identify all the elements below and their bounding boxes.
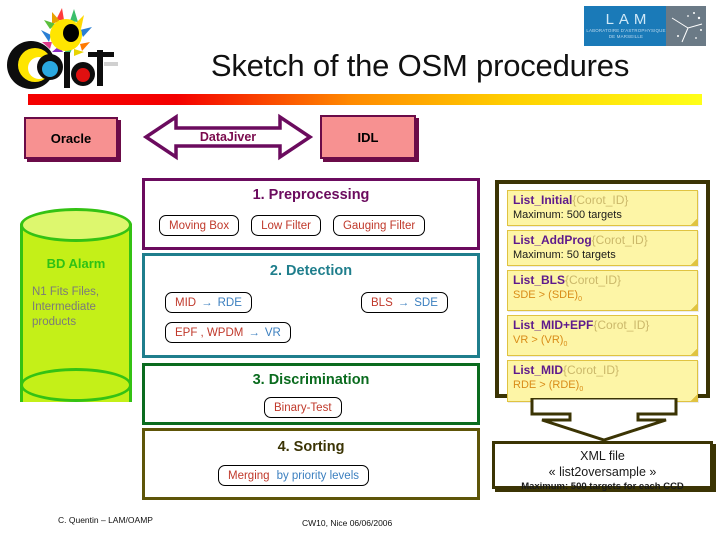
list-mid-epf-label: List_MID+EPF bbox=[513, 318, 594, 333]
list-mid-epf-name: List_MID+EPF{Corot_ID} bbox=[513, 318, 692, 333]
list-bls-sub: SDE > (SDE)0 bbox=[513, 288, 692, 307]
list-addprog-id: {Corot_ID} bbox=[591, 233, 648, 247]
list-bls-name: List_BLS{Corot_ID} bbox=[513, 273, 692, 288]
list-addprog-name: List_AddProg{Corot_ID} bbox=[513, 233, 692, 248]
list-mid-sub: RDE > (RDE)0 bbox=[513, 378, 692, 397]
step-epf-right: VR bbox=[264, 326, 281, 339]
list-initial-label: List_Initial bbox=[513, 193, 573, 207]
list-bls-subscript: 0 bbox=[578, 296, 583, 304]
step-gauging-filter[interactable]: Gauging Filter bbox=[332, 215, 426, 236]
list-mid-condition: RDE > (RDE) bbox=[513, 379, 580, 392]
step-bls-left: BLS bbox=[371, 296, 393, 309]
list-card-mid[interactable]: List_MID{Corot_ID} RDE > (RDE)0 bbox=[507, 360, 698, 402]
page-fold-icon bbox=[690, 348, 698, 357]
list-mid-name: List_MID{Corot_ID} bbox=[513, 363, 692, 378]
list-mid-subscript: 0 bbox=[579, 386, 584, 394]
list-bls-condition: SDE > (SDE) bbox=[513, 289, 579, 301]
lam-wordmark: LAM bbox=[605, 11, 652, 29]
step-bls-sde[interactable]: BLS → SDE bbox=[361, 292, 448, 313]
list-card-bls[interactable]: List_BLS{Corot_ID} SDE > (SDE)0 bbox=[507, 270, 698, 312]
section-detection: 2. Detection MID → RDE BLS → SDE EPF , W… bbox=[142, 253, 480, 358]
section-detection-title: 2. Detection bbox=[269, 263, 353, 279]
section-preprocessing: 1. Preprocessing Moving Box Low Filter G… bbox=[142, 178, 480, 250]
list-initial-id: {Corot_ID} bbox=[572, 193, 629, 207]
step-low-filter[interactable]: Low Filter bbox=[251, 215, 321, 236]
list-addprog-sub: Maximum: 50 targets bbox=[513, 249, 616, 261]
list-initial-sub: Maximum: 500 targets bbox=[513, 209, 622, 221]
section-sorting: 4. Sorting Merging by priority levels bbox=[142, 428, 480, 500]
bd-alarm-database-cylinder[interactable]: BD Alarm N1 Fits Files, Intermediate pro… bbox=[20, 208, 132, 418]
list-initial-name: List_Initial{Corot_ID} bbox=[513, 193, 692, 208]
cylinder-text: BD Alarm N1 Fits Files, Intermediate pro… bbox=[20, 256, 132, 330]
list-mid-epf-id: {Corot_ID} bbox=[593, 318, 650, 333]
section-sorting-title: 4. Sorting bbox=[277, 439, 345, 455]
footer-event: CW10, Nice 06/06/2006 bbox=[302, 518, 393, 528]
list-mid-label: List_MID bbox=[513, 363, 564, 378]
arrow-glyph: → bbox=[201, 296, 213, 309]
step-epf-left: EPF , WPDM bbox=[175, 326, 244, 339]
step-binary-test[interactable]: Binary-Test bbox=[264, 397, 342, 418]
list-card-mid-epf[interactable]: List_MID+EPF{Corot_ID} VR > (VR)0 bbox=[507, 315, 698, 357]
footer-author: C. Quentin – LAM/OAMP bbox=[58, 515, 153, 525]
xml-output-line1: XML file bbox=[580, 449, 625, 463]
step-moving-box[interactable]: Moving Box bbox=[159, 215, 240, 236]
list-mid-epf-subscript: 0 bbox=[563, 341, 568, 349]
datajiver-label: DataJiver bbox=[199, 130, 257, 144]
xml-output-line2: « list2oversample » bbox=[548, 465, 657, 479]
list-addprog-label: List_AddProg bbox=[513, 233, 592, 247]
list-card-initial[interactable]: List_Initial{Corot_ID} Maximum: 500 targ… bbox=[507, 190, 698, 226]
list-mid-epf-condition: VR > (VR) bbox=[513, 334, 564, 347]
idl-box[interactable]: IDL bbox=[320, 115, 416, 159]
page-fold-icon bbox=[690, 393, 698, 402]
page-title: Sketch of the OSM procedures bbox=[210, 48, 630, 83]
down-arrow-icon bbox=[530, 398, 678, 442]
preprocessing-steps: Moving Box Low Filter Gauging Filter bbox=[159, 215, 469, 236]
lam-starfield-icon bbox=[666, 6, 706, 46]
page-fold-icon bbox=[690, 258, 698, 266]
step-merging-left: Merging bbox=[228, 469, 270, 482]
list-bls-id: {Corot_ID} bbox=[565, 273, 622, 287]
lam-logo: LAM LABORATOIRE D'ASTROPHYSIQUE DE MARSE… bbox=[584, 6, 706, 46]
list-mid-epf-sub: VR > (VR)0 bbox=[513, 333, 692, 352]
output-lists-panel: List_Initial{Corot_ID} Maximum: 500 targ… bbox=[495, 180, 710, 402]
page-fold-icon bbox=[690, 303, 698, 312]
step-mid-left: MID bbox=[175, 296, 197, 309]
section-discrimination: 3. Discrimination Binary-Test bbox=[142, 363, 480, 425]
step-bls-right: SDE bbox=[414, 296, 438, 309]
xml-output-box[interactable]: XML file « list2oversample » Maximum: 50… bbox=[492, 441, 713, 492]
section-discrimination-title: 3. Discrimination bbox=[252, 372, 370, 388]
title-divider-bar bbox=[28, 94, 702, 105]
step-merging[interactable]: Merging by priority levels bbox=[218, 465, 370, 486]
list-card-addprog[interactable]: List_AddProg{Corot_ID} Maximum: 50 targe… bbox=[507, 230, 698, 266]
lam-subtitle: LABORATOIRE D'ASTROPHYSIQUE DE MARSEILLE bbox=[586, 28, 666, 39]
list-bls-label: List_BLS bbox=[513, 273, 566, 287]
cylinder-bottom-ellipse bbox=[20, 368, 132, 402]
oracle-box[interactable]: Oracle bbox=[24, 117, 118, 159]
arrow-glyph: → bbox=[397, 296, 410, 309]
list-mid-id: {Corot_ID} bbox=[563, 363, 620, 378]
corot-logo bbox=[7, 8, 118, 89]
lam-logo-text: LAM LABORATOIRE D'ASTROPHYSIQUE DE MARSE… bbox=[584, 6, 668, 46]
bd-alarm-description: N1 Fits Files, Intermediate products bbox=[32, 286, 100, 328]
arrow-glyph: → bbox=[248, 326, 260, 339]
cylinder-top-ellipse bbox=[20, 208, 132, 242]
bd-alarm-title: BD Alarm bbox=[46, 256, 106, 271]
step-merging-right: by priority levels bbox=[276, 469, 360, 482]
xml-output-line3: Maximum: 500 targets for each CCD bbox=[521, 481, 684, 492]
step-epf-wpdm-vr[interactable]: EPF , WPDM → VR bbox=[165, 322, 291, 343]
step-mid-rde[interactable]: MID → RDE bbox=[165, 292, 252, 313]
page-fold-icon bbox=[690, 218, 698, 226]
step-mid-right: RDE bbox=[217, 296, 242, 309]
section-preprocessing-title: 1. Preprocessing bbox=[252, 187, 370, 203]
